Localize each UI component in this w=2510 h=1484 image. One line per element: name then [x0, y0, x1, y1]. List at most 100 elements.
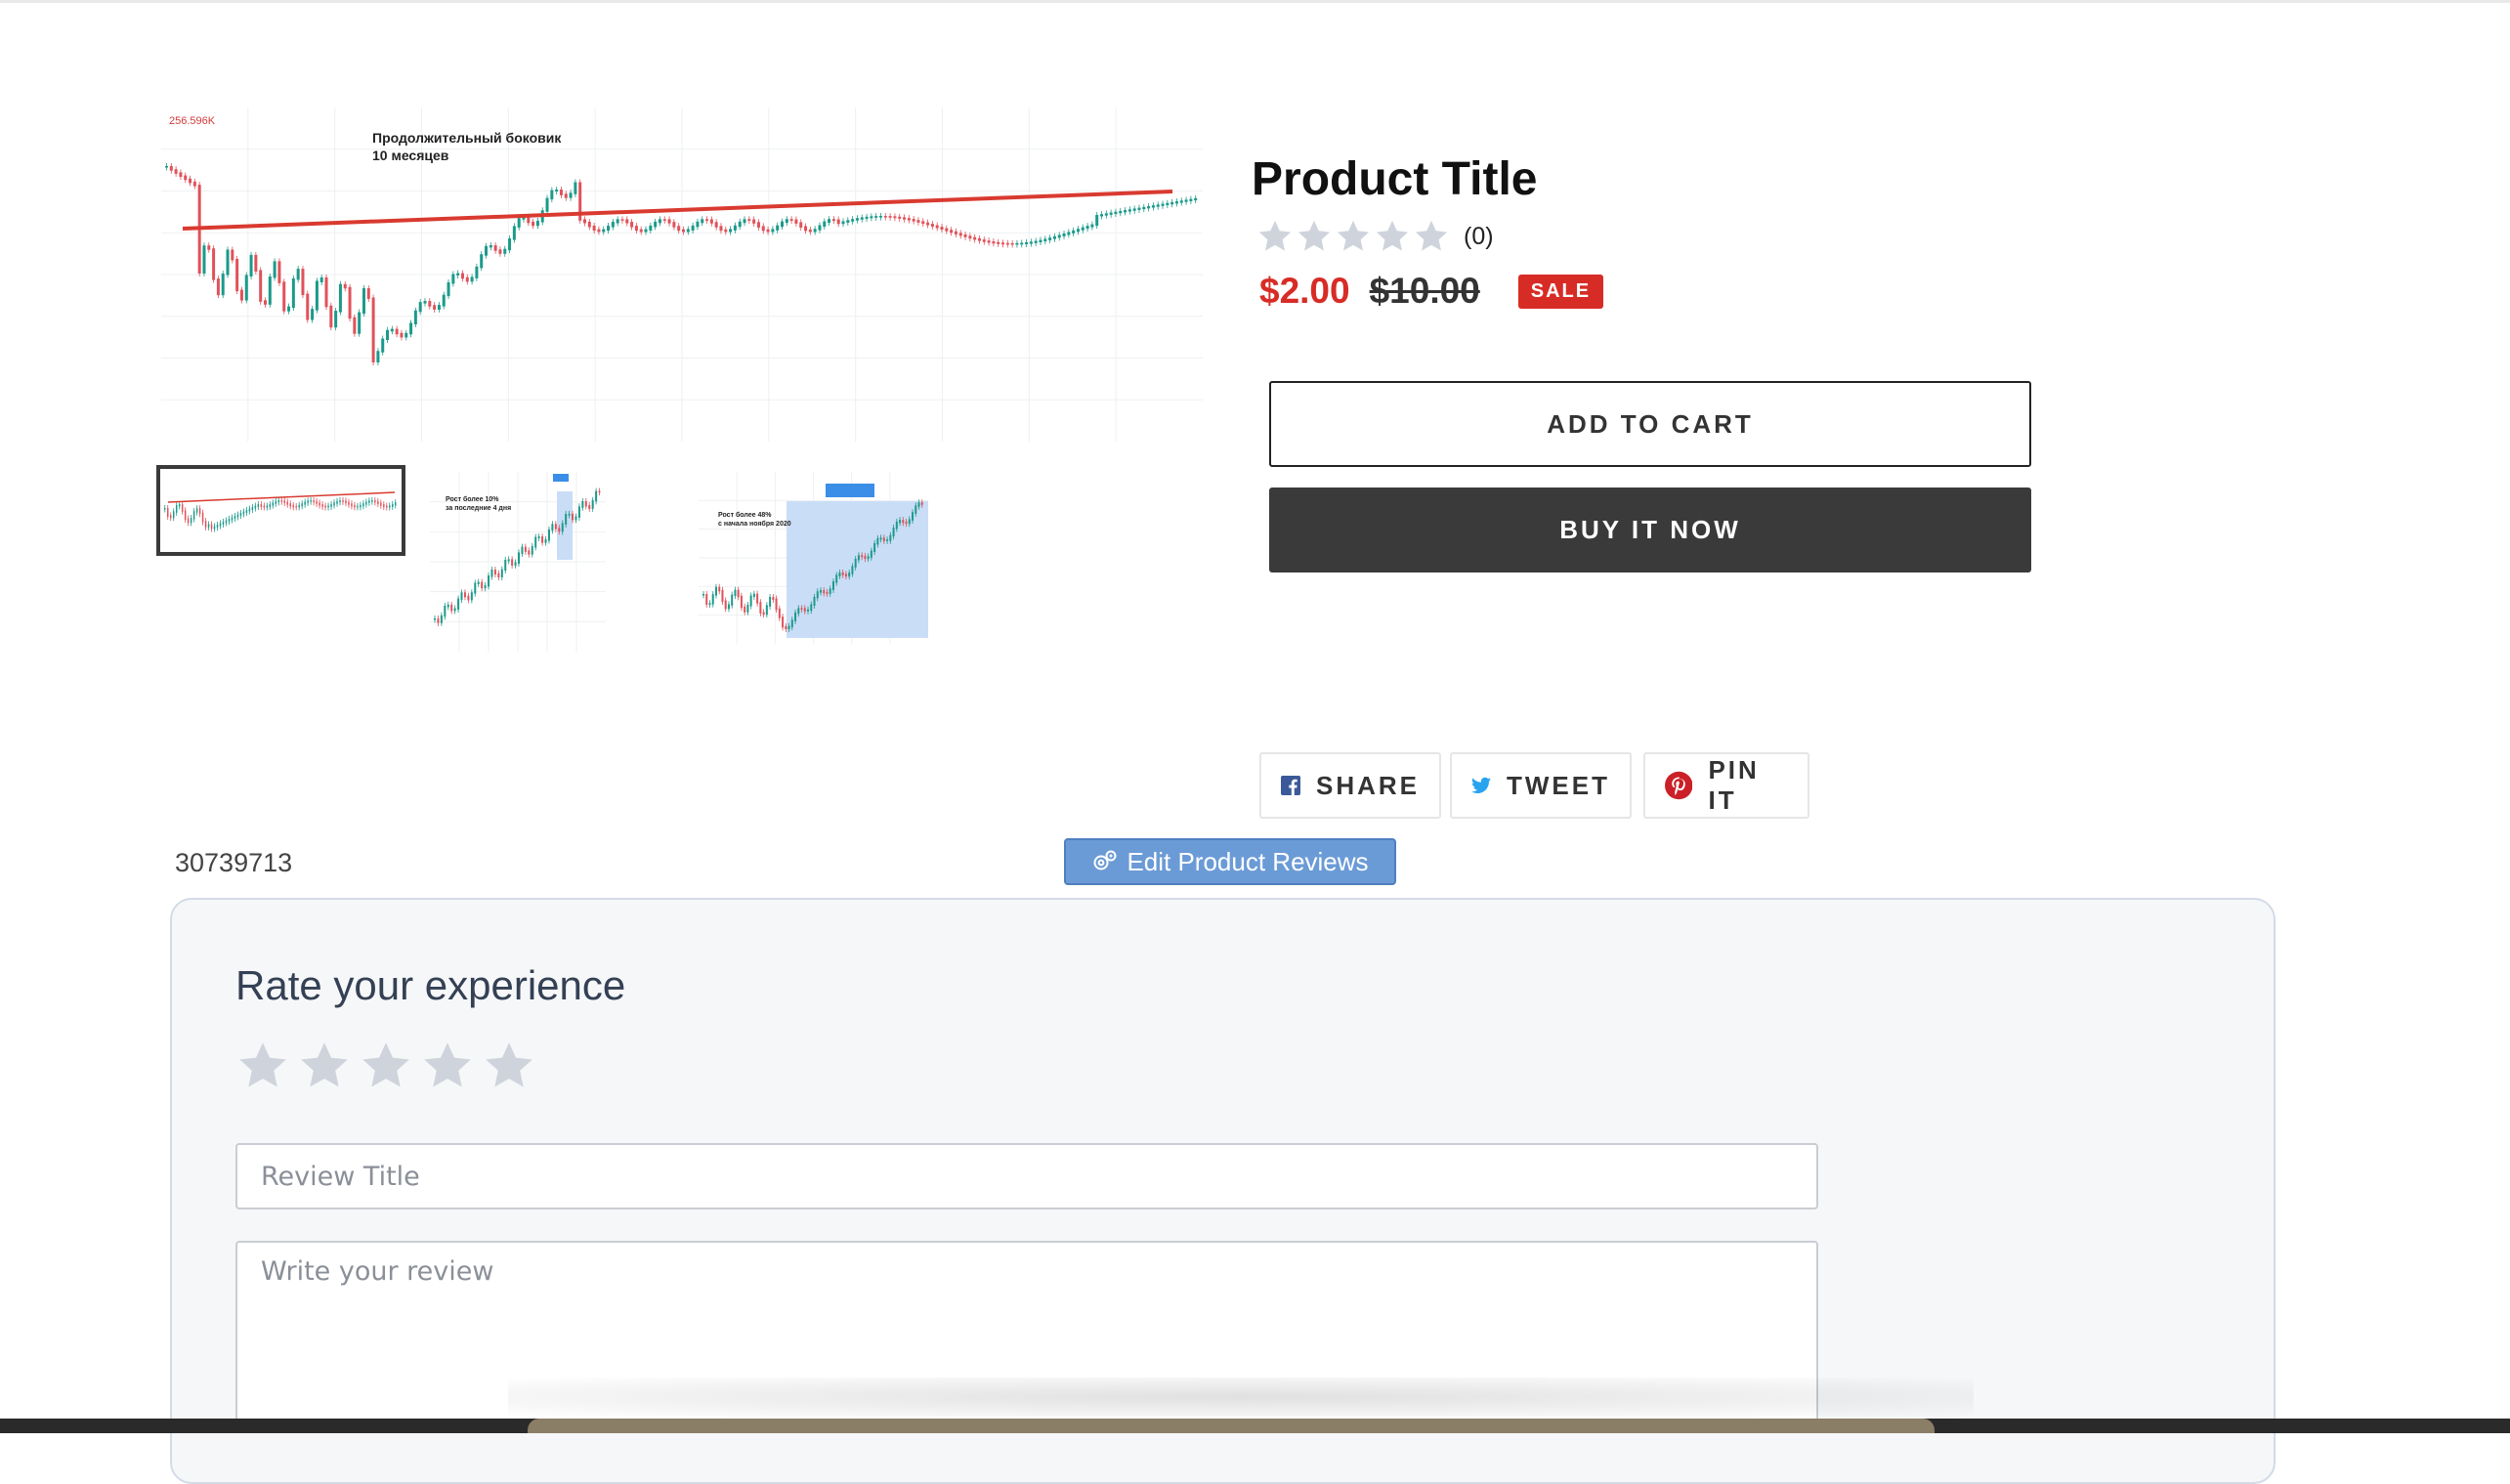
thumbnail-3-candle: [851, 566, 854, 574]
star-icon[interactable]: [359, 1039, 413, 1093]
main-image-candle: [192, 181, 196, 187]
thumbnail-3-candle: [915, 505, 917, 514]
review-title-input[interactable]: [235, 1143, 1818, 1209]
main-image-candle: [1127, 209, 1131, 212]
thumbnail-1-candle: [313, 500, 315, 503]
main-image-candle: [291, 277, 295, 309]
thumbnail-1-candle: [389, 505, 391, 508]
main-image-candle: [555, 190, 559, 192]
main-image-candle: [390, 328, 394, 332]
thumbnail-2[interactable]: Рост более 10% за последние 4 дня: [430, 472, 606, 652]
thumbnail-2-candle: [470, 592, 473, 601]
thumbnail-1-candle: [269, 504, 272, 508]
thumbnail-1-candle: [371, 500, 373, 502]
share-twitter-label: TWEET: [1507, 770, 1610, 800]
star-icon: [1258, 220, 1292, 251]
main-image-candle: [1156, 204, 1160, 207]
edit-product-reviews-button[interactable]: Edit Product Reviews: [1064, 838, 1396, 885]
share-facebook-button[interactable]: SHARE: [1259, 752, 1441, 819]
thumbnail-3-candle: [829, 588, 831, 594]
main-image-candle: [433, 305, 437, 310]
main-image-candle: [550, 190, 554, 200]
thumbnail-1-candle: [380, 502, 382, 506]
share-pinterest-button[interactable]: PIN IT: [1643, 752, 1809, 819]
main-image-candle: [1039, 239, 1042, 243]
main-image-candle: [324, 276, 328, 308]
main-image-candle: [855, 218, 859, 221]
bottom-dock-pill: [528, 1419, 1935, 1433]
thumbnail-1[interactable]: [156, 465, 405, 556]
thumbnail-1-candle: [374, 500, 376, 503]
product-rating[interactable]: (0): [1256, 215, 1494, 258]
thumbnail-2-candle: [514, 562, 517, 566]
thumbnail-2-candle: [497, 572, 500, 578]
star-icon[interactable]: [420, 1039, 475, 1093]
main-image-candle: [789, 219, 793, 222]
thumbnail-1-candle: [198, 508, 201, 515]
main-image-candle: [831, 219, 835, 222]
image-caption-line2: 10 месяцев: [372, 148, 449, 163]
star-icon[interactable]: [482, 1039, 536, 1093]
thumbnail-2-candle: [588, 505, 591, 509]
thumbnail-1-candle: [231, 517, 234, 521]
main-image-candle: [475, 266, 479, 278]
main-image-candle: [221, 274, 225, 296]
share-twitter-button[interactable]: TWEET: [1450, 752, 1632, 819]
thumbnail-2-candle: [572, 513, 574, 521]
thumbnail-1-candle: [348, 501, 350, 505]
thumbnail-1-candle: [207, 524, 210, 528]
main-image-candle: [743, 219, 746, 224]
header-divider: [0, 0, 2510, 3]
main-image-candle: [846, 220, 850, 223]
thumbnail-2-candle: [500, 569, 503, 578]
thumbnail-1-candle: [204, 521, 207, 528]
star-icon: [1337, 220, 1370, 251]
main-image-candle: [987, 240, 991, 243]
thumbnail-1-candle: [225, 520, 228, 524]
thumbnail-1-candle: [242, 511, 245, 515]
main-image-candle: [1137, 207, 1141, 210]
main-image-candle: [982, 239, 986, 242]
thumbnail-3-candle: [867, 556, 870, 560]
main-image-candle: [503, 248, 507, 254]
main-image-candle: [714, 222, 718, 228]
main-image-candle: [1052, 235, 1056, 239]
thumbnail-1-candle: [368, 500, 370, 503]
thumbnail-3-candle: [908, 519, 911, 525]
thumbnail-3-candle: [718, 586, 721, 592]
main-image-candle: [907, 218, 911, 221]
thumbnail-1-candle: [254, 505, 257, 509]
thumbnail-1-candle: [383, 504, 385, 508]
thumbnail-2-tag: [553, 474, 570, 482]
buy-it-now-button[interactable]: BUY IT NOW: [1269, 488, 2031, 572]
main-image-candle: [620, 219, 624, 221]
thumbnail-1-candle: [216, 525, 219, 528]
thumbnail-2-candle: [537, 536, 540, 539]
product-main-image[interactable]: 256.596K Продолжительный боковик 10 меся…: [161, 107, 1203, 442]
thumbnail-1-candle: [333, 502, 335, 506]
thumbnail-1-candle: [275, 500, 277, 504]
add-to-cart-button[interactable]: ADD TO CART: [1269, 381, 2031, 467]
thumbnail-3[interactable]: Рост более 48% с начала ноября 2020: [699, 472, 928, 644]
star-icon[interactable]: [235, 1039, 290, 1093]
main-image-candle: [239, 289, 243, 301]
main-image-candle: [808, 229, 812, 233]
main-image-candle: [719, 226, 723, 232]
thumbnail-2-candle: [440, 615, 443, 623]
main-image-candle: [654, 221, 658, 228]
thumbnail-2-candle: [547, 529, 550, 541]
star-icon[interactable]: [297, 1039, 352, 1093]
main-image-candle: [836, 219, 840, 225]
main-image-candle: [564, 193, 568, 198]
main-image-candle: [376, 351, 380, 362]
thumbnail-1-candle: [210, 524, 213, 530]
thumbnail-1-candle: [298, 504, 300, 508]
thumbnail-3-candle: [848, 572, 851, 577]
main-image-candle: [677, 226, 681, 232]
thumbnail-3-candle: [765, 605, 768, 615]
main-image-candle: [738, 221, 742, 228]
thumbnail-1-candle: [178, 504, 181, 507]
thumbnail-1-candle: [181, 504, 184, 512]
thumbnail-1-candle: [236, 514, 239, 518]
main-image-candle: [992, 241, 996, 244]
